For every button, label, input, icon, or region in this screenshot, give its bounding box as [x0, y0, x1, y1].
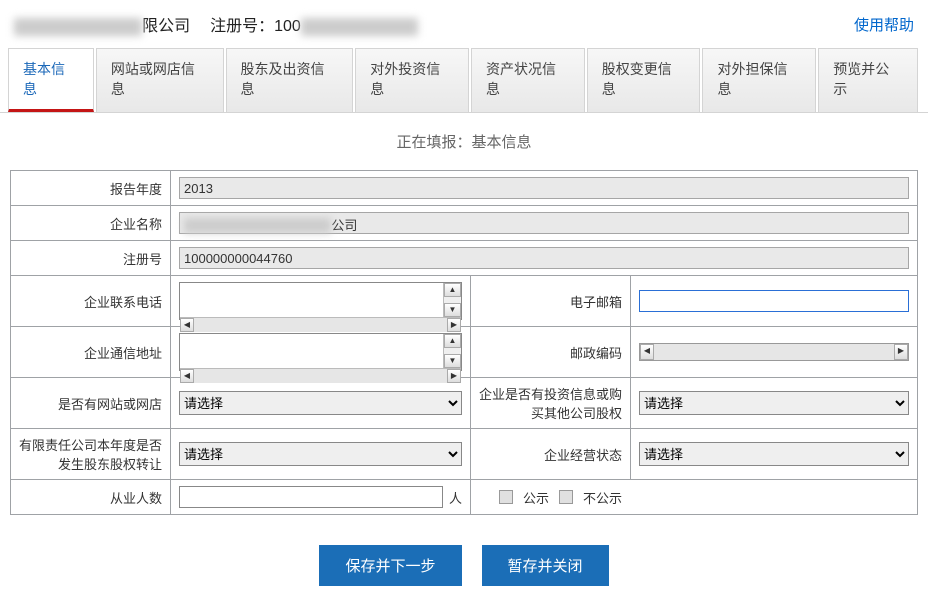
reg-redacted: XXXXXXXXXXX [301, 18, 418, 36]
label-postal: 邮政编码 [471, 327, 631, 378]
label-operating-status: 企业经营状态 [471, 429, 631, 480]
label-has-investment: 企业是否有投资信息或购买其他公司股权 [471, 378, 631, 429]
scroll-left-icon[interactable]: ◀ [180, 369, 194, 383]
label-email: 电子邮箱 [471, 276, 631, 327]
tab-guarantee-info[interactable]: 对外担保信息 [702, 48, 816, 112]
scroll-left-icon[interactable]: ◀ [640, 344, 654, 360]
publish-options: 公示 不公示 [479, 488, 909, 507]
tab-basic-info[interactable]: 基本信息 [8, 48, 94, 112]
label-employees: 从业人数 [11, 480, 171, 515]
publish-no-checkbox[interactable] [559, 490, 573, 504]
operating-status-select[interactable]: 请选择 [639, 442, 909, 466]
employees-suffix: 人 [449, 488, 462, 507]
address-input-box: ▲ ▼ ◀ ▶ [179, 333, 462, 371]
phone-input[interactable] [180, 283, 443, 317]
address-vscroll[interactable]: ▲ ▼ [443, 334, 461, 368]
has-investment-select[interactable]: 请选择 [639, 391, 909, 415]
label-reg-no: 注册号 [11, 241, 171, 276]
scroll-down-icon[interactable]: ▼ [444, 354, 461, 368]
scroll-right-icon[interactable]: ▶ [447, 318, 461, 332]
section-heading: 正在填报：基本信息 [0, 113, 928, 170]
address-hscroll[interactable]: ◀ ▶ [180, 368, 461, 383]
help-link[interactable]: 使用帮助 [854, 14, 914, 35]
company-name-redacted: XXXXXXXXXXXX [14, 18, 142, 36]
phone-vscroll[interactable]: ▲ ▼ [443, 283, 461, 317]
publish-no-label: 不公示 [583, 488, 622, 507]
reg-no-field [179, 247, 909, 269]
registration-number: 注册号：100XXXXXXXXXXX [210, 12, 418, 36]
tab-assets-info[interactable]: 资产状况信息 [471, 48, 585, 112]
label-report-year: 报告年度 [11, 171, 171, 206]
publish-yes-label: 公示 [523, 488, 549, 507]
address-input[interactable] [180, 334, 443, 368]
label-company-name: 企业名称 [11, 206, 171, 241]
tab-equity-change[interactable]: 股权变更信息 [587, 48, 701, 112]
scroll-right-icon[interactable]: ▶ [894, 344, 908, 360]
tab-investment-info[interactable]: 对外投资信息 [355, 48, 469, 112]
header-bar: XXXXXXXXXXXX限公司 注册号：100XXXXXXXXXXX 使用帮助 [0, 0, 928, 48]
label-has-website: 是否有网站或网店 [11, 378, 171, 429]
button-row: 保存并下一步 暂存并关闭 [0, 515, 928, 610]
email-input[interactable] [639, 290, 909, 312]
tab-shareholder-info[interactable]: 股东及出资信息 [226, 48, 354, 112]
employees-input[interactable] [179, 486, 443, 508]
save-close-button[interactable]: 暂存并关闭 [482, 545, 609, 586]
scroll-up-icon[interactable]: ▲ [444, 334, 461, 348]
company-name-field: XXXXXXXXXXXXXXXXX公司 [179, 212, 909, 234]
label-phone: 企业联系电话 [11, 276, 171, 327]
scroll-right-icon[interactable]: ▶ [447, 369, 461, 383]
company-info: XXXXXXXXXXXX限公司 注册号：100XXXXXXXXXXX [14, 12, 834, 36]
scroll-down-icon[interactable]: ▼ [444, 303, 461, 317]
scroll-up-icon[interactable]: ▲ [444, 283, 461, 297]
company-name: XXXXXXXXXXXX限公司 [14, 12, 190, 36]
phone-input-box: ▲ ▼ ◀ ▶ [179, 282, 462, 320]
phone-hscroll[interactable]: ◀ ▶ [180, 317, 461, 332]
form-table: 报告年度 企业名称 XXXXXXXXXXXXXXXXX公司 注册号 企业联系电话… [10, 170, 918, 515]
save-next-button[interactable]: 保存并下一步 [319, 545, 461, 586]
has-website-select[interactable]: 请选择 [179, 391, 462, 415]
report-year-field [179, 177, 909, 199]
publish-yes-checkbox[interactable] [499, 490, 513, 504]
tab-preview-publish[interactable]: 预览并公示 [818, 48, 918, 112]
tab-website-info[interactable]: 网站或网店信息 [96, 48, 224, 112]
scroll-left-icon[interactable]: ◀ [180, 318, 194, 332]
tabs-container: 基本信息 网站或网店信息 股东及出资信息 对外投资信息 资产状况信息 股权变更信… [0, 48, 928, 113]
postal-hscroll[interactable]: ◀ ▶ [639, 343, 909, 361]
label-address: 企业通信地址 [11, 327, 171, 378]
label-equity-transfer: 有限责任公司本年度是否发生股东股权转让 [11, 429, 171, 480]
equity-transfer-select[interactable]: 请选择 [179, 442, 462, 466]
